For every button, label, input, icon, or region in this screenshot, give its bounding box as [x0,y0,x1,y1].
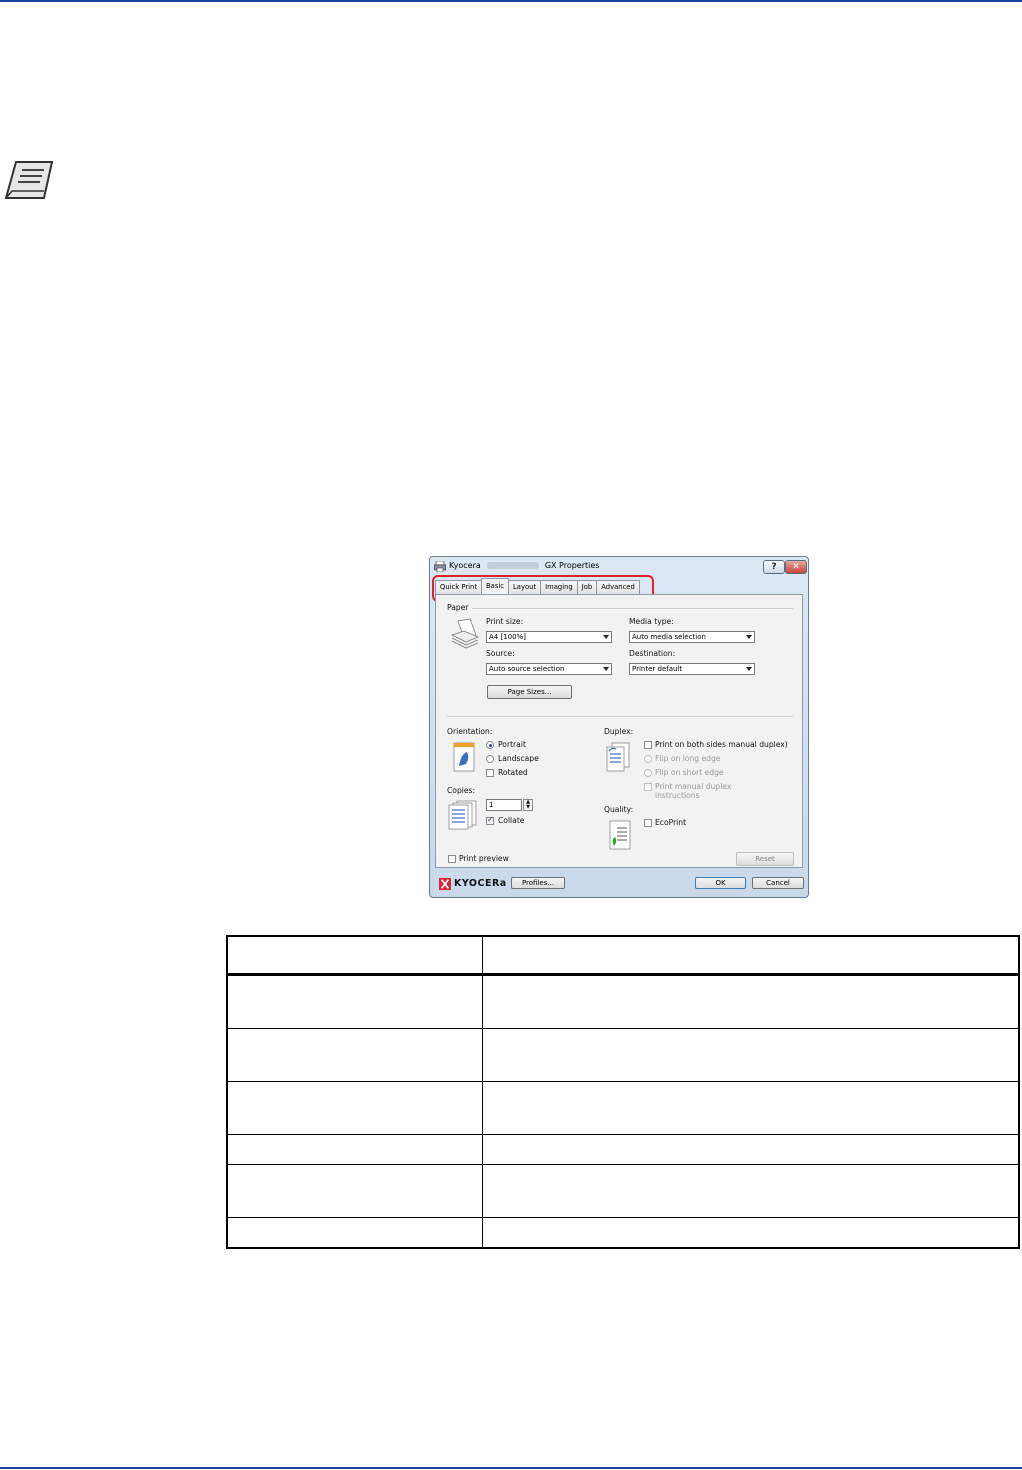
print-preview-checkbox[interactable] [448,855,456,863]
print-size-label: Print size: [486,617,524,626]
bottom-rule [0,1467,1022,1469]
table-row [226,1134,1020,1165]
paper-section-divider [472,608,793,609]
copies-icon [448,800,477,830]
table-cell [482,1164,1020,1218]
print-size-value: A4 [100%] [489,633,526,641]
table-cell [226,1134,483,1165]
print-preview-label: Print preview [459,854,509,863]
table-row [226,1028,1020,1082]
table-cell [482,974,1020,1029]
table-header-cell [482,935,1020,976]
source-label: Source: [486,649,515,658]
paper-section-label: Paper [447,603,469,612]
destination-label: Destination: [629,649,676,658]
collate-checkbox[interactable] [486,815,494,825]
rotated-checkbox[interactable] [486,769,494,777]
media-type-label: Media type: [629,617,674,626]
top-rule [0,0,1022,2]
printer-properties-dialog: Kyocera GX Properties ? ✕ Quick Print Bas… [429,556,809,898]
table-header-cell [226,935,483,976]
table-cell [226,974,483,1029]
collate-label: Collate [498,816,525,825]
table-header-row [226,935,1020,976]
dialog-footer: KYOCERa Profiles... OK Cancel [430,871,808,897]
print-size-select[interactable]: A4 [100%] [486,631,612,643]
table-cell [482,1028,1020,1082]
table-row [226,1164,1020,1218]
chevron-down-icon [746,667,752,671]
manual-duplex-instructions-label-2: instructions [655,791,700,800]
stepper-down-icon[interactable]: ▼ [524,805,532,810]
dialog-titlebar: Kyocera GX Properties ? ✕ [430,557,808,577]
flip-short-edge-label: Flip on short edge [655,768,724,777]
source-select[interactable]: Auto source selection [486,663,612,675]
kyocera-logo [439,878,451,890]
profiles-button[interactable]: Profiles... [511,877,565,889]
media-type-select[interactable]: Auto media selection [629,631,755,643]
print-both-sides-label: Print on both sides manual duplex) [655,740,788,749]
portrait-radio[interactable] [486,741,494,749]
copies-label: Copies: [447,786,476,795]
duplex-icon [606,742,630,772]
orientation-label: Orientation: [447,727,493,736]
rotated-label: Rotated [498,768,528,777]
dialog-title: Kyocera GX Properties [449,561,599,570]
section-divider [447,716,793,717]
ok-button[interactable]: OK [695,877,746,889]
ecoprint-checkbox[interactable] [644,819,652,827]
table-cell [482,1217,1020,1249]
table-row [226,1081,1020,1135]
cancel-button[interactable]: Cancel [752,877,804,889]
page-sizes-button[interactable]: Page Sizes... [487,685,572,699]
flip-long-edge-label: Flip on long edge [655,754,721,763]
table-cell [226,1164,483,1218]
table-cell [482,1134,1020,1165]
quality-label: Quality: [604,805,634,814]
landscape-radio[interactable] [486,755,494,763]
table-cell [226,1028,483,1082]
basic-tab-panel: Paper Print size: A4 [100%] Media type: … [435,594,803,868]
reset-button[interactable]: Reset [736,852,794,866]
destination-select[interactable]: Printer default [629,663,755,675]
ecoprint-icon [609,820,631,850]
portrait-label: Portrait [498,740,526,749]
manual-duplex-instructions-label: Print manual duplex [655,782,732,791]
flip-short-edge-radio[interactable] [644,769,652,777]
portrait-orientation-icon [453,742,475,772]
table-cell [226,1081,483,1135]
help-button[interactable]: ? [763,560,785,574]
chevron-down-icon [603,635,609,639]
printer-icon [434,561,446,572]
kyocera-wordmark: KYOCERa [454,878,507,889]
note-icon [4,161,54,199]
duplex-label: Duplex: [604,727,634,736]
ecoprint-label: EcoPrint [655,818,687,827]
copies-value: 1 [489,801,494,809]
table-row [226,974,1020,1029]
manual-duplex-instructions-checkbox[interactable] [644,783,652,791]
chevron-down-icon [746,635,752,639]
title-suffix: GX Properties [544,561,600,570]
landscape-label: Landscape [498,754,539,763]
print-both-sides-checkbox[interactable] [644,741,652,749]
copies-input[interactable]: 1 [486,799,522,811]
table-cell [482,1081,1020,1135]
table-cell [226,1217,483,1249]
redacted-model [486,562,539,569]
table-row [226,1217,1020,1249]
flip-long-edge-radio[interactable] [644,755,652,763]
media-type-value: Auto media selection [632,633,706,641]
chevron-down-icon [603,667,609,671]
source-value: Auto source selection [489,665,565,673]
settings-table [226,935,1020,1249]
title-brand: Kyocera [449,561,481,570]
close-button[interactable]: ✕ [785,560,807,574]
copies-stepper[interactable]: ▲ ▼ [523,799,533,811]
paper-stack-icon [450,618,480,649]
destination-value: Printer default [632,665,683,673]
